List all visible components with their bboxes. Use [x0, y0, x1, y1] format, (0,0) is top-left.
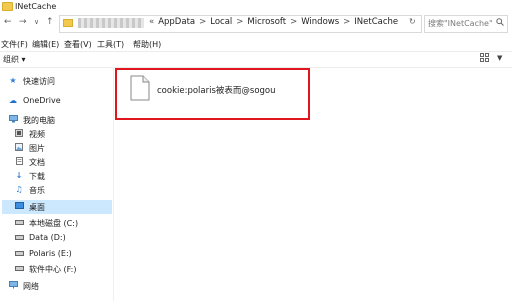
menu-help[interactable]: 帮助(H)	[133, 39, 161, 50]
menu-tools[interactable]: 工具(T)	[97, 39, 124, 50]
sidebar-item-label: OneDrive	[23, 96, 61, 105]
search-icon[interactable]	[496, 18, 504, 28]
desktop-icon	[14, 202, 24, 211]
sidebar-item-label: 视频	[29, 130, 45, 139]
title-bar	[0, 0, 512, 14]
breadcrumb-appdata[interactable]: AppData	[158, 17, 195, 27]
picture-icon	[14, 143, 24, 153]
back-arrow-icon[interactable]: ←	[4, 17, 12, 27]
sidebar-item-drive-f[interactable]: 软件中心 (F:)	[8, 262, 112, 276]
sidebar-item-label: Polaris (E:)	[29, 249, 72, 258]
cloud-icon: ☁	[9, 96, 17, 105]
breadcrumb-separator: >	[343, 17, 351, 27]
sidebar-item-label: 音乐	[29, 186, 45, 195]
sidebar-item-label: 本地磁盘 (C:)	[29, 219, 79, 228]
breadcrumb: «AppData > Local > Microsoft > Windows > INetCac…	[145, 17, 398, 27]
organize-button[interactable]: 组织 ▾	[3, 54, 26, 65]
breadcrumb-separator: >	[236, 17, 244, 27]
search-placeholder: 搜索"INetCache"	[428, 19, 493, 28]
folder-icon	[63, 19, 73, 27]
file-icon[interactable]	[130, 75, 150, 101]
breadcrumb-inetcache[interactable]: INetCache	[354, 17, 398, 27]
sidebar-item-downloads[interactable]: ↓ 下载	[8, 169, 112, 183]
sidebar-item-videos[interactable]: 视频	[8, 127, 112, 141]
star-icon: ★	[9, 76, 17, 85]
refresh-icon[interactable]: ↻	[409, 17, 416, 26]
sidebar-item-label: 图片	[29, 144, 45, 153]
forward-arrow-icon[interactable]: →	[19, 17, 27, 27]
sidebar-item-music[interactable]: ♫ 音乐	[8, 183, 112, 197]
navigation-pane: ★ 快速访问 ☁ OneDrive 我的电脑 视频 图片 文档 ↓ 下载 ♫ 音…	[0, 67, 113, 301]
download-icon: ↓	[15, 171, 23, 180]
sidebar-item-pictures[interactable]: 图片	[8, 141, 112, 155]
window-title: INetCache	[15, 2, 57, 11]
sidebar-item-network[interactable]: 网络	[2, 279, 112, 293]
command-bar	[0, 51, 512, 68]
sidebar-item-drive-e[interactable]: Polaris (E:)	[8, 247, 112, 261]
sidebar-item-drive-d[interactable]: Data (D:)	[8, 231, 112, 245]
sidebar-item-label: 快速访问	[23, 77, 55, 86]
up-arrow-icon[interactable]: ↑	[46, 17, 54, 27]
sidebar-item-label: 文档	[29, 158, 45, 167]
breadcrumb-local[interactable]: Local	[210, 17, 232, 27]
blurred-path	[78, 18, 144, 28]
sidebar-item-label: 桌面	[29, 203, 45, 212]
sidebar-item-onedrive[interactable]: ☁ OneDrive	[2, 94, 112, 108]
sidebar-item-label: 网络	[23, 282, 39, 291]
chevron-down-icon[interactable]: ▼	[497, 54, 502, 62]
sidebar-item-label: 软件中心 (F:)	[29, 265, 77, 274]
drive-icon	[14, 218, 24, 227]
sidebar-item-label: 下载	[29, 172, 45, 181]
menu-edit[interactable]: 编辑(E)	[32, 39, 59, 50]
view-options-icon[interactable]	[480, 53, 490, 65]
drive-icon	[14, 233, 24, 242]
document-icon	[14, 157, 24, 167]
breadcrumb-separator: >	[290, 17, 298, 27]
file-name[interactable]: cookie:polaris被表而@sogou	[157, 84, 276, 96]
sidebar-item-documents[interactable]: 文档	[8, 155, 112, 169]
drive-icon	[14, 264, 24, 273]
video-icon	[14, 129, 24, 139]
music-icon: ♫	[15, 185, 23, 194]
breadcrumb-microsoft[interactable]: Microsoft	[247, 17, 286, 27]
breadcrumb-windows[interactable]: Windows	[301, 17, 339, 27]
sidebar-item-label: Data (D:)	[29, 233, 66, 242]
pane-divider[interactable]	[113, 67, 114, 301]
sidebar-item-drive-c[interactable]: 本地磁盘 (C:)	[8, 216, 112, 230]
computer-icon	[8, 115, 18, 125]
sidebar-item-quick-access[interactable]: ★ 快速访问	[2, 74, 112, 88]
sidebar-item-this-pc[interactable]: 我的电脑	[2, 113, 112, 127]
menu-file[interactable]: 文件(F)	[1, 39, 28, 50]
network-icon	[8, 281, 18, 291]
sidebar-item-label: 我的电脑	[23, 116, 55, 125]
recent-locations-icon[interactable]: ∨	[34, 18, 39, 26]
breadcrumb-separator: «	[149, 17, 155, 27]
breadcrumb-separator: >	[199, 17, 207, 27]
drive-icon	[14, 249, 24, 258]
menu-view[interactable]: 查看(V)	[64, 39, 92, 50]
folder-icon	[2, 2, 13, 11]
sidebar-item-desktop[interactable]: 桌面	[2, 200, 112, 214]
